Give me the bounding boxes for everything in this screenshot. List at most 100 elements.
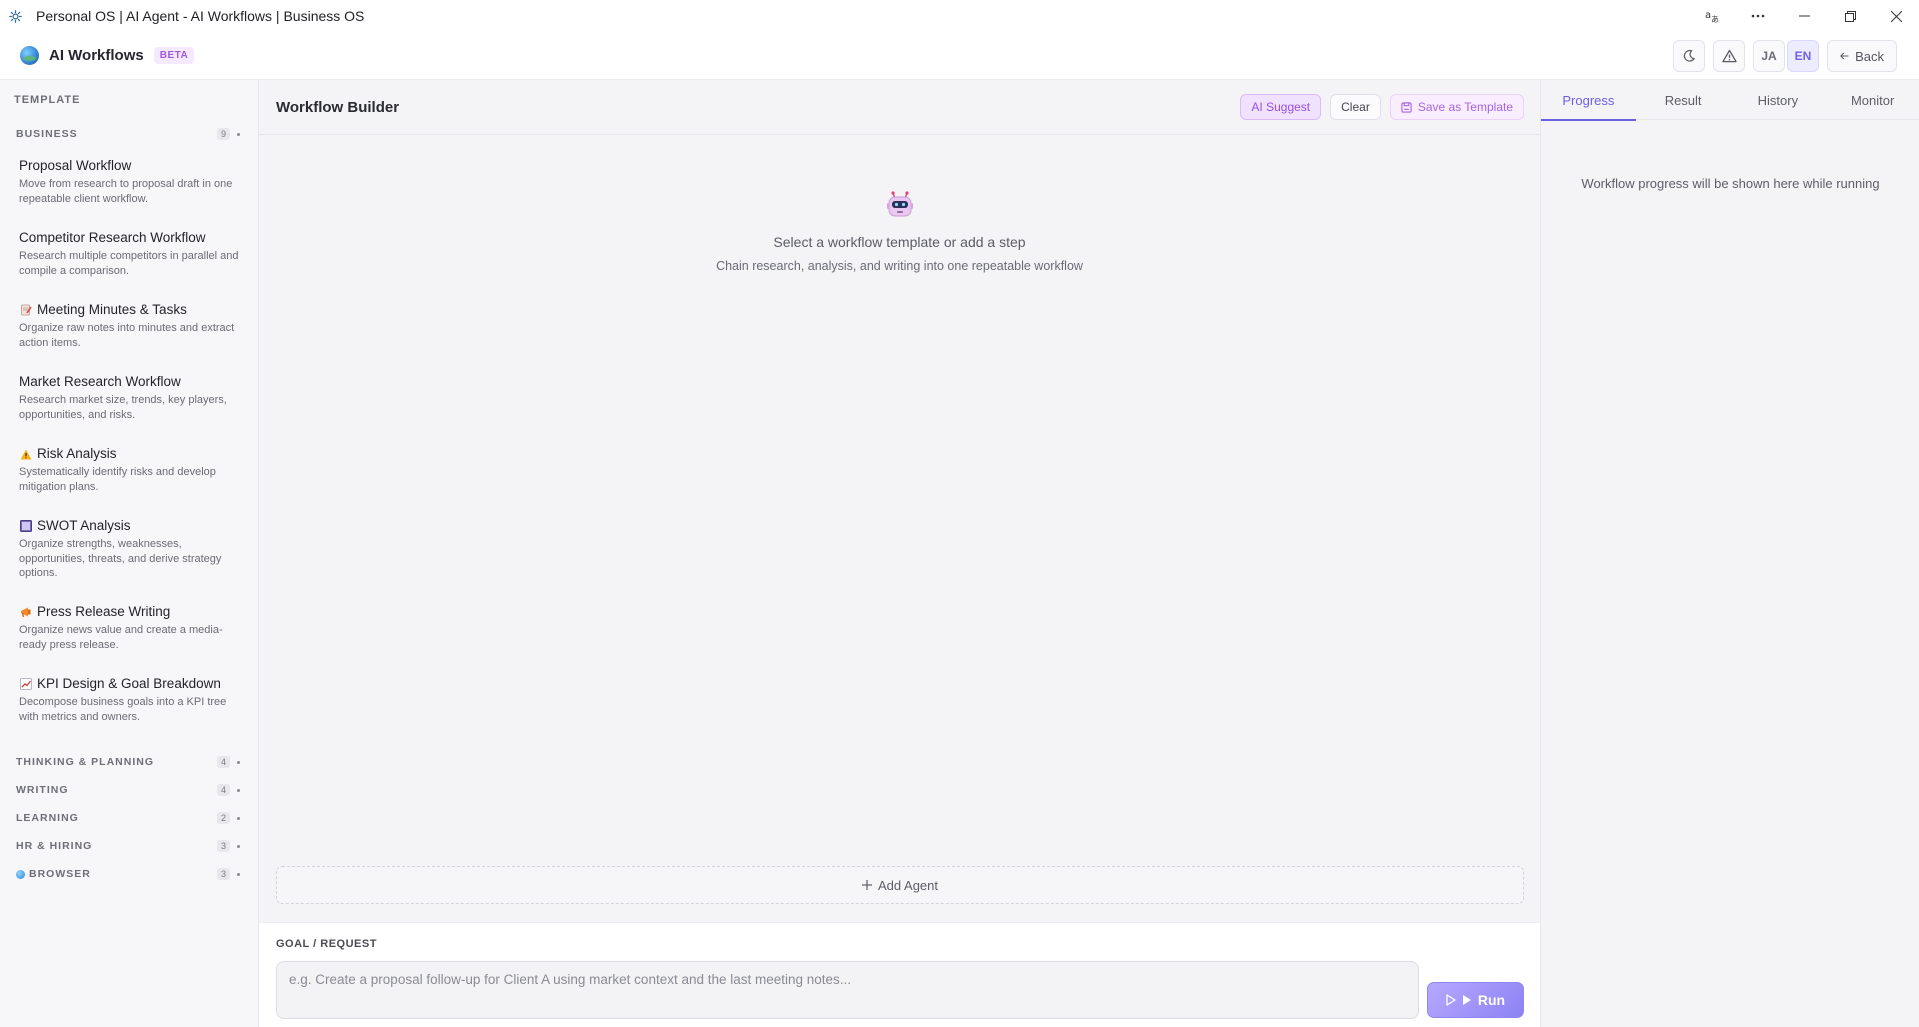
template-desc: Organize strengths, weaknesses, opportun… xyxy=(19,538,222,579)
warning-button[interactable] xyxy=(1713,40,1745,72)
back-button[interactable]: Back xyxy=(1827,40,1897,72)
template-desc: Research multiple competitors in paralle… xyxy=(19,250,239,277)
category-hr-hiring[interactable]: HR & HIRING 3 xyxy=(16,838,242,854)
tab-history[interactable]: History xyxy=(1731,80,1826,120)
collapse-dot-icon xyxy=(237,760,240,764)
empty-state-title: Select a workflow template or add a step xyxy=(773,234,1026,250)
minimize-icon[interactable] xyxy=(1781,0,1827,32)
tab-result[interactable]: Result xyxy=(1636,80,1731,120)
empty-state: Select a workflow template or add a step… xyxy=(259,190,1540,273)
sidebar-heading: TEMPLATE xyxy=(14,94,81,106)
template-desc: Decompose business goals into a KPI tree… xyxy=(19,696,227,723)
category-business[interactable]: BUSINESS 9 xyxy=(16,126,242,142)
app-header: AI Workflows BETA JA EN Back xyxy=(0,32,1919,80)
globe-icon xyxy=(16,869,25,879)
run-label: Run xyxy=(1477,992,1506,1008)
theme-toggle-button[interactable] xyxy=(1673,40,1705,72)
template-meeting-minutes[interactable]: Meeting Minutes & Tasks Organize raw not… xyxy=(19,302,239,350)
plus-icon xyxy=(862,880,872,890)
template-title: Proposal Workflow xyxy=(19,158,132,173)
tab-monitor[interactable]: Monitor xyxy=(1825,80,1919,120)
restore-icon[interactable] xyxy=(1827,0,1873,32)
progress-placeholder-text: Workflow progress will be shown here whi… xyxy=(1581,176,1880,191)
category-writing[interactable]: WRITING 4 xyxy=(16,782,242,798)
category-label: LEARNING xyxy=(16,812,79,824)
header-actions: JA EN Back xyxy=(1673,40,1897,72)
window-title: Personal OS | AI Agent - AI Workflows | … xyxy=(36,8,365,24)
template-desc: Organize news value and create a media-r… xyxy=(19,624,223,651)
template-market-research[interactable]: Market Research Workflow Research market… xyxy=(19,374,239,422)
lang-ja-button[interactable]: JA xyxy=(1753,40,1785,72)
collapse-dot-icon xyxy=(237,132,240,136)
save-icon xyxy=(1401,101,1412,113)
robot-icon xyxy=(885,190,915,220)
moon-icon xyxy=(1683,49,1696,62)
page-title: Workflow Builder xyxy=(276,99,400,116)
template-desc: Research market size, trends, key player… xyxy=(19,394,227,421)
arrow-left-icon xyxy=(1840,52,1849,60)
category-count: 3 xyxy=(216,840,230,852)
category-label: BUSINESS xyxy=(16,128,78,140)
builder-toolbar: Workflow Builder AI Suggest Clear Save a… xyxy=(259,80,1540,135)
globe-logo-icon xyxy=(20,46,39,65)
template-title: SWOT Analysis xyxy=(37,518,131,533)
window-controls: aあ xyxy=(1689,0,1919,32)
category-count: 4 xyxy=(216,756,230,768)
add-agent-button[interactable]: Add Agent xyxy=(276,866,1524,904)
category-count: 9 xyxy=(216,128,230,140)
app-gear-icon xyxy=(8,9,22,23)
template-swot-analysis[interactable]: SWOT Analysis Organize strengths, weakne… xyxy=(19,518,239,581)
back-label: Back xyxy=(1855,48,1884,64)
beta-badge: BETA xyxy=(153,47,195,64)
category-learning[interactable]: LEARNING 2 xyxy=(16,810,242,826)
play-outline-icon xyxy=(1446,994,1456,1006)
empty-state-subtitle: Chain research, analysis, and writing in… xyxy=(716,259,1083,273)
template-sidebar: TEMPLATE BUSINESS 9 Proposal Workflow Mo… xyxy=(0,80,259,1027)
collapse-dot-icon xyxy=(237,788,240,792)
memo-icon xyxy=(19,304,32,317)
template-title: Risk Analysis xyxy=(37,446,117,461)
template-competitor-research[interactable]: Competitor Research Workflow Research mu… xyxy=(19,230,239,278)
chart-up-icon xyxy=(19,678,32,691)
category-label: HR & HIRING xyxy=(16,840,93,852)
template-kpi-design[interactable]: KPI Design & Goal Breakdown Decompose bu… xyxy=(19,676,239,724)
close-icon[interactable] xyxy=(1873,0,1919,32)
category-count: 3 xyxy=(216,868,230,880)
category-count: 4 xyxy=(216,784,230,796)
template-title: Market Research Workflow xyxy=(19,374,181,389)
play-icon xyxy=(1462,995,1471,1005)
grid-icon xyxy=(19,520,32,533)
save-as-template-button[interactable]: Save as Template xyxy=(1389,94,1524,120)
category-count: 2 xyxy=(216,812,230,824)
template-desc: Systematically identify risks and develo… xyxy=(19,466,216,493)
template-title: KPI Design & Goal Breakdown xyxy=(37,676,221,691)
template-proposal-workflow[interactable]: Proposal Workflow Move from research to … xyxy=(19,158,239,206)
right-panel: Progress Result History Monitor Workflow… xyxy=(1540,80,1919,1027)
language-switch: JA EN xyxy=(1753,40,1819,72)
template-risk-analysis[interactable]: Risk Analysis Systematically identify ri… xyxy=(19,446,239,494)
collapse-dot-icon xyxy=(237,844,240,848)
template-press-release[interactable]: Press Release Writing Organize news valu… xyxy=(19,604,239,652)
translate-icon[interactable]: aあ xyxy=(1689,0,1735,32)
category-thinking-planning[interactable]: THINKING & PLANNING 4 xyxy=(16,754,242,770)
template-title: Press Release Writing xyxy=(37,604,171,619)
template-title: Meeting Minutes & Tasks xyxy=(37,302,187,317)
app-name: AI Workflows xyxy=(49,47,144,64)
goal-input[interactable] xyxy=(276,961,1419,1019)
more-options-icon[interactable] xyxy=(1735,0,1781,32)
add-agent-label: Add Agent xyxy=(878,877,938,893)
category-label: WRITING xyxy=(16,784,69,796)
template-title: Competitor Research Workflow xyxy=(19,230,206,245)
clear-button[interactable]: Clear xyxy=(1330,94,1381,120)
workflow-builder: Workflow Builder AI Suggest Clear Save a… xyxy=(259,80,1540,1027)
toolbar-actions: AI Suggest Clear Save as Template xyxy=(1240,94,1524,120)
window-titlebar: Personal OS | AI Agent - AI Workflows | … xyxy=(0,0,1919,32)
category-browser[interactable]: BROWSER 3 xyxy=(16,866,242,882)
category-label: THINKING & PLANNING xyxy=(16,756,154,768)
run-button[interactable]: Run xyxy=(1427,982,1524,1018)
tab-progress[interactable]: Progress xyxy=(1541,80,1636,121)
template-desc: Move from research to proposal draft in … xyxy=(19,178,233,205)
ai-suggest-button[interactable]: AI Suggest xyxy=(1240,94,1322,120)
category-label: BROWSER xyxy=(29,868,91,880)
lang-en-button[interactable]: EN xyxy=(1787,40,1819,72)
